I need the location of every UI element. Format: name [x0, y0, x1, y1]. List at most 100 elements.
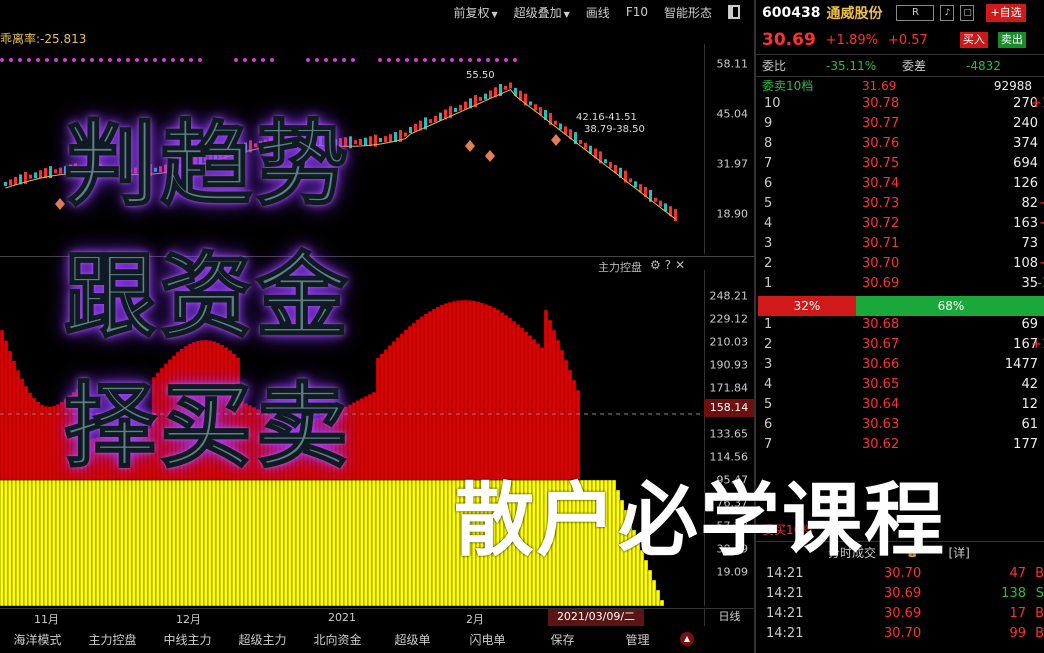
ask-row[interactable]: 8 30.76 374	[756, 136, 1044, 156]
sub-chart-bar	[359, 479, 365, 606]
bid-row[interactable]: 1 30.68 69	[756, 317, 1044, 337]
candle	[454, 108, 457, 112]
ask-row[interactable]: 9 30.77 240	[756, 116, 1044, 136]
sub-chart-bar	[43, 479, 49, 606]
sub-chart-bar	[475, 301, 481, 481]
toolbar-pattern-button[interactable]: 智能形态	[664, 4, 712, 21]
expand-icon[interactable]: ▢	[960, 5, 975, 21]
trades-detail-link[interactable]: [详]	[948, 544, 969, 561]
sub-chart-bar	[119, 479, 125, 606]
signal-dot	[18, 58, 22, 62]
sub-chart-bar	[99, 479, 105, 606]
stock-code: 600438	[762, 5, 821, 21]
panel-toggle-icon[interactable]	[728, 5, 740, 19]
trade-price: 30.69	[884, 606, 922, 621]
bid-row[interactable]: 6 30.63 61	[756, 417, 1044, 437]
r-button[interactable]: R	[896, 5, 935, 21]
ask-row[interactable]: 4 30.72 163+	[756, 216, 1044, 236]
ask-row[interactable]: 3 30.71 73	[756, 236, 1044, 256]
sub-chart-bar	[431, 479, 437, 606]
signal-dot	[54, 58, 58, 62]
signal-dot	[261, 58, 265, 62]
change-amount: +0.57	[887, 32, 928, 48]
tab-flash-order[interactable]: 闪电单	[450, 631, 525, 648]
toolbar-draw-button[interactable]: 画线	[586, 4, 610, 21]
bid-row[interactable]: 5 30.64 12	[756, 397, 1044, 417]
trade-price: 30.69	[884, 586, 922, 601]
trade-volume: 99	[1009, 626, 1026, 641]
sub-chart-bar	[467, 300, 473, 481]
tab-super-order[interactable]: 超级单	[375, 631, 450, 648]
sub-chart-bar	[223, 479, 229, 606]
tab-main-control[interactable]: 主力控盘	[75, 631, 150, 648]
tab-ocean-mode[interactable]: 海洋模式	[0, 631, 75, 648]
sub-chart-bar	[79, 479, 85, 606]
ask-row[interactable]: 7 30.75 694	[756, 156, 1044, 176]
tab-northbound[interactable]: 北向资金	[300, 631, 375, 648]
bid-volume: 61	[1021, 417, 1038, 432]
tab-save[interactable]: 保存	[525, 631, 600, 648]
collapse-up-icon[interactable]: ▲	[680, 632, 694, 646]
toolbar-overlay-button[interactable]: 超级叠加 ▼	[514, 4, 570, 21]
period-selector[interactable]: 日线	[704, 609, 754, 626]
ask-row[interactable]: 6 30.74 126	[756, 176, 1044, 196]
time-axis: 11月 12月 2021 2月 2021/03/09/二 日线	[0, 608, 754, 626]
sub-chart-bar	[367, 393, 373, 481]
candle	[14, 176, 17, 185]
bid-price: 30.68	[862, 317, 900, 332]
sub-chart-bar	[95, 479, 101, 606]
ask-level: 10	[764, 96, 781, 111]
signal-dot	[117, 58, 121, 62]
ask-change: +	[1039, 216, 1044, 231]
stock-header: 600438 通威股份 R ♪ ▢ +自选	[756, 0, 1044, 26]
ask-volume: 82	[1021, 196, 1038, 211]
toolbar-adjust-button[interactable]: 前复权 ▼	[453, 4, 497, 21]
sub-chart-bar	[43, 405, 49, 481]
signal-dot	[423, 58, 427, 62]
bid-row[interactable]: 7 30.62 177	[756, 437, 1044, 457]
bid-price: 30.64	[862, 397, 900, 412]
bell-icon[interactable]: ♪	[940, 5, 955, 21]
ask-row[interactable]: 1 30.69 35-1	[756, 276, 1044, 296]
ask-price: 30.77	[862, 116, 900, 131]
sub-chart-bar	[411, 479, 417, 606]
sell-button[interactable]: 卖出	[997, 32, 1026, 48]
sub-chart-bar	[51, 405, 57, 481]
signal-dot	[162, 58, 166, 62]
ask-row[interactable]: 10 30.78 270+1	[756, 96, 1044, 116]
bid-row[interactable]: 3 30.66 1477	[756, 357, 1044, 377]
sub-chart-bar	[391, 479, 397, 606]
signal-dot	[513, 58, 517, 62]
candle	[554, 120, 557, 125]
ask-change: +	[1039, 196, 1044, 211]
sub-chart-bar	[391, 341, 397, 481]
sub-chart-bar	[139, 479, 145, 606]
candle	[634, 181, 637, 188]
candle	[429, 119, 432, 124]
signal-dot	[243, 58, 247, 62]
ask-volume: 270	[1013, 96, 1038, 111]
sub-chart-bar	[323, 479, 329, 606]
candle	[464, 101, 467, 110]
candle	[389, 134, 392, 143]
cursor-date-label: 2021/03/09/二	[548, 609, 644, 626]
ask-summary-label: 委卖10档	[762, 79, 814, 93]
sub-axis-tick: 229.12	[709, 312, 749, 326]
add-watchlist-button[interactable]: +自选	[986, 4, 1026, 22]
stock-name[interactable]: 通威股份	[826, 3, 882, 23]
trade-side: B	[1035, 566, 1044, 581]
buy-button[interactable]: 买入	[959, 32, 988, 48]
toolbar-f10-button[interactable]: F10	[626, 5, 648, 19]
sub-chart-bar	[355, 400, 361, 481]
sub-chart-bar	[35, 401, 41, 481]
ask-row[interactable]: 5 30.73 82+	[756, 196, 1044, 216]
signal-dot	[252, 58, 256, 62]
bid-row[interactable]: 2 30.67 167+1	[756, 337, 1044, 357]
bid-row[interactable]: 4 30.65 42	[756, 377, 1044, 397]
kline-axis-tick: 45.04	[716, 107, 749, 121]
tab-mid-main[interactable]: 中线主力	[150, 631, 225, 648]
sub-chart-bar	[543, 309, 549, 481]
tab-manage[interactable]: 管理	[600, 631, 675, 648]
tab-super-main[interactable]: 超级主力	[225, 631, 300, 648]
ask-row[interactable]: 2 30.70 108+	[756, 256, 1044, 276]
